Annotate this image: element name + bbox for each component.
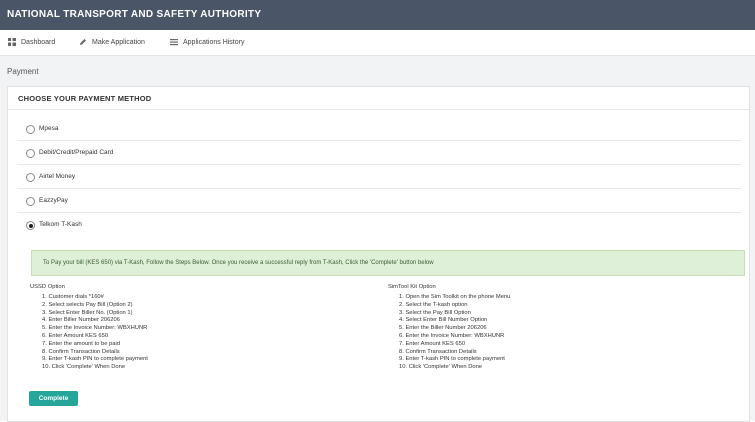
payment-option-card[interactable]: Debit/Credit/Prepaid Card [18, 142, 741, 165]
radio-eazzypay[interactable] [26, 197, 35, 206]
nav-make-application-label: Make Application [92, 38, 145, 46]
payment-option-label: Telkom T-Kash [39, 221, 82, 228]
ussd-steps-list: 1. Customer dials *160# 2. Select select… [42, 294, 148, 372]
list-icon [170, 39, 178, 46]
payment-option-airtel[interactable]: Airtel Money [18, 166, 741, 189]
payment-instructions-notice: To Pay your bill (KES 650) via T-Kash, F… [31, 250, 745, 276]
payment-option-label: Mpesa [39, 125, 59, 132]
ussd-step: 5. Enter the Invoice Number: WBXHUNR [42, 325, 148, 332]
notice-text: To Pay your bill (KES 650) via T-Kash, F… [43, 260, 434, 266]
simtoolkit-step: 4. Select Enter Bill Number Option [399, 317, 488, 324]
nav-dashboard[interactable]: Dashboard [8, 38, 55, 46]
payment-option-label: Airtel Money [39, 173, 76, 180]
nav-applications-history-label: Applications History [183, 38, 245, 46]
ussd-step: 10. Click 'Complete' When Done [42, 364, 126, 371]
simtoolkit-step: 6. Enter the Invoice Number: WBXHUNR [399, 332, 505, 339]
radio-card[interactable] [26, 149, 35, 158]
ussd-step: 2. Select selects Pay Bill (Option 2) [42, 301, 133, 308]
simtoolkit-steps-list: 1. Open the Sim Toolkit on the phone Men… [399, 294, 510, 372]
ussd-step: 6. Enter Amount KES 650 [42, 332, 109, 339]
payment-option-label: Debit/Credit/Prepaid Card [39, 149, 114, 156]
app-title: NATIONAL TRANSPORT AND SAFETY AUTHORITY [7, 9, 262, 20]
payment-option-tkash[interactable]: Telkom T-Kash [18, 214, 741, 236]
page-title: Payment [7, 67, 39, 76]
panel-header: CHOOSE YOUR PAYMENT METHOD [8, 87, 749, 110]
radio-tkash[interactable] [26, 221, 35, 230]
ussd-step: 1. Customer dials *160# [42, 294, 104, 300]
nav-make-application[interactable]: Make Application [79, 38, 145, 46]
payment-option-mpesa[interactable]: Mpesa [18, 118, 741, 141]
simtoolkit-option-title: SimTool Kit Option [388, 284, 436, 290]
simtoolkit-step: 7. Enter Amount KES 650 [399, 340, 466, 347]
ussd-step: 7. Enter the amount to be paid [42, 340, 120, 347]
simtoolkit-step: 5. Enter the Biller Number 206206 [399, 325, 487, 332]
nav-bar: Dashboard Make Application Applications … [0, 30, 755, 56]
simtoolkit-step: 9. Enter T-kash PIN to complete payment [399, 356, 505, 363]
nav-dashboard-label: Dashboard [21, 38, 56, 46]
simtoolkit-step: 1. Open the Sim Toolkit on the phone Men… [399, 294, 511, 300]
simtoolkit-step: 3. Select the Pay Bill Option [399, 309, 471, 316]
simtoolkit-step: 8. Confirm Transaction Details [399, 348, 477, 355]
payment-option-eazzypay[interactable]: EazzyPay [18, 190, 741, 213]
payment-option-label: EazzyPay [39, 197, 68, 204]
radio-airtel[interactable] [26, 173, 35, 182]
pencil-icon [80, 39, 86, 45]
ussd-step: 9. Enter T-kash PIN to complete payment [42, 356, 148, 363]
ussd-step: 8. Confirm Transaction Details [42, 348, 120, 355]
simtoolkit-step: 2. Select the T-kash option [399, 301, 468, 308]
top-bar: NATIONAL TRANSPORT AND SAFETY AUTHORITY [0, 0, 755, 30]
complete-button[interactable]: Complete [29, 391, 78, 406]
radio-mpesa[interactable] [26, 125, 35, 134]
dashboard-icon [8, 38, 16, 46]
ussd-step: 3. Select Enter Biller No. (Option 1) [42, 309, 133, 316]
nav-applications-history[interactable]: Applications History [170, 38, 244, 46]
panel-title: CHOOSE YOUR PAYMENT METHOD [18, 94, 152, 103]
simtoolkit-step: 10. Click 'Complete' When Done [399, 364, 483, 371]
ussd-step: 4. Enter Biller Number 206206 [42, 317, 120, 324]
ussd-option-title: USSD Option [30, 284, 65, 290]
